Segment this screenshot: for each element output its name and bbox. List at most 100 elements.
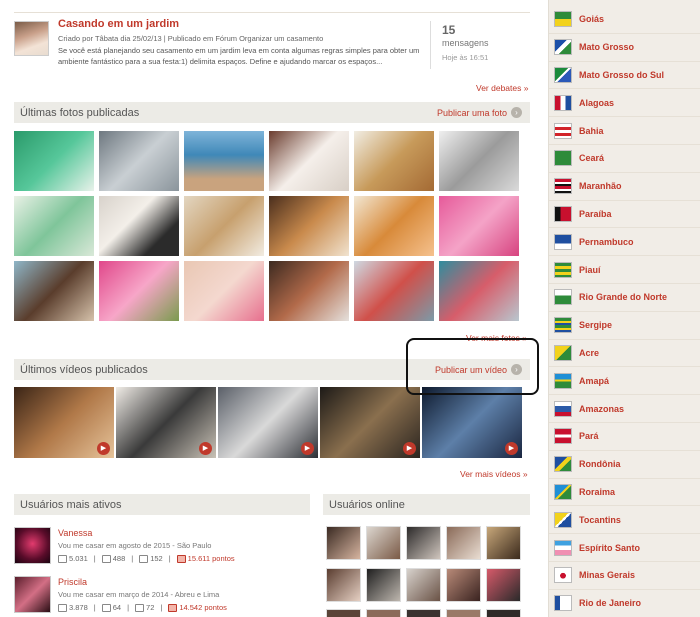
photo-thumbnail[interactable] bbox=[268, 195, 350, 257]
posts-count: 3.878 bbox=[69, 603, 88, 612]
state-link-21[interactable]: Rio de Janeiro bbox=[549, 590, 700, 617]
photo-thumbnail[interactable] bbox=[183, 195, 265, 257]
state-name: Rio de Janeiro bbox=[579, 598, 642, 609]
photo-thumbnail[interactable] bbox=[98, 195, 180, 257]
state-link-11[interactable]: Sergipe bbox=[549, 312, 700, 340]
flag-espirito-santo-icon bbox=[554, 539, 572, 556]
state-name: Goiás bbox=[579, 14, 605, 25]
state-link-1[interactable]: Mato Grosso bbox=[549, 34, 700, 62]
online-user-avatar[interactable] bbox=[366, 609, 401, 617]
state-link-6[interactable]: Maranhão bbox=[549, 173, 700, 201]
online-user-avatar[interactable] bbox=[366, 526, 401, 560]
photos-stat: 64 bbox=[101, 603, 122, 612]
publish-photo-label: Publicar uma foto bbox=[436, 107, 507, 118]
debate-author-avatar[interactable] bbox=[14, 21, 49, 56]
video-thumbnail[interactable]: ▶ bbox=[14, 387, 114, 458]
online-user-avatar[interactable] bbox=[446, 526, 481, 560]
posts-stat: 5.031 bbox=[58, 554, 88, 563]
video-thumbnail[interactable]: ▶ bbox=[116, 387, 216, 458]
online-user-avatar[interactable] bbox=[406, 609, 441, 617]
online-user-avatar[interactable] bbox=[406, 568, 441, 602]
video-thumbnail[interactable]: ▶ bbox=[218, 387, 318, 458]
online-user-avatar[interactable] bbox=[326, 568, 361, 602]
flag-roraima-icon bbox=[554, 483, 572, 500]
state-link-14[interactable]: Amazonas bbox=[549, 395, 700, 423]
user-avatar[interactable] bbox=[14, 576, 51, 613]
flag-mato-grosso-do-sul-icon bbox=[554, 66, 572, 83]
online-users-header: Usuários online bbox=[323, 494, 530, 515]
state-link-8[interactable]: Pernambuco bbox=[549, 228, 700, 257]
photo-thumbnail[interactable] bbox=[353, 260, 435, 322]
photo-thumbnail[interactable] bbox=[13, 260, 95, 322]
online-user-avatar[interactable] bbox=[366, 568, 401, 602]
flag-piaui-icon bbox=[554, 261, 572, 278]
see-more-photos-link[interactable]: Ver mais fotos » bbox=[466, 333, 527, 343]
photo-thumbnail[interactable] bbox=[98, 130, 180, 192]
publish-video-button[interactable]: Publicar um vídeo › bbox=[435, 364, 522, 375]
friends-count: 152 bbox=[150, 554, 163, 563]
online-user-avatar[interactable] bbox=[446, 568, 481, 602]
online-user-avatar[interactable] bbox=[486, 609, 521, 617]
online-user-avatar[interactable] bbox=[486, 568, 521, 602]
state-link-2[interactable]: Mato Grosso do Sul bbox=[549, 62, 700, 90]
state-link-15[interactable]: Pará bbox=[549, 423, 700, 451]
state-link-17[interactable]: Roraima bbox=[549, 479, 700, 507]
state-link-0[interactable]: Goiás bbox=[549, 6, 700, 34]
user-avatar[interactable] bbox=[14, 527, 51, 564]
state-link-3[interactable]: Alagoas bbox=[549, 89, 700, 118]
publish-photo-button[interactable]: Publicar uma foto › bbox=[437, 107, 522, 118]
video-thumbnail[interactable]: ▶ bbox=[320, 387, 420, 458]
friends-stat: 152 bbox=[139, 554, 163, 563]
online-user-avatar[interactable] bbox=[486, 526, 521, 560]
photos-section-header: Últimas fotos publicadas Publicar uma fo… bbox=[14, 102, 530, 123]
play-icon: ▶ bbox=[505, 442, 518, 455]
photo-thumbnail[interactable] bbox=[268, 260, 350, 322]
main-content: Casando em um jardim Criado por Tâbata d… bbox=[0, 0, 548, 617]
photo-thumbnail[interactable] bbox=[438, 195, 520, 257]
state-link-19[interactable]: Espírito Santo bbox=[549, 534, 700, 562]
flag-para-icon bbox=[554, 428, 572, 445]
online-user-avatar[interactable] bbox=[446, 609, 481, 617]
state-link-13[interactable]: Amapá bbox=[549, 367, 700, 396]
online-user-avatar[interactable] bbox=[326, 609, 361, 617]
photo-thumbnail[interactable] bbox=[13, 195, 95, 257]
stat-separator: | bbox=[160, 603, 163, 612]
photo-thumbnail[interactable] bbox=[183, 130, 265, 192]
user-name-link[interactable]: Priscila bbox=[58, 577, 87, 587]
pencil-icon bbox=[58, 554, 67, 563]
photo-thumbnail[interactable] bbox=[438, 260, 520, 322]
photo-thumbnail[interactable] bbox=[98, 260, 180, 322]
photo-thumbnail[interactable] bbox=[13, 130, 95, 192]
state-link-20[interactable]: Minas Gerais bbox=[549, 562, 700, 590]
state-link-16[interactable]: Rondônia bbox=[549, 451, 700, 479]
photo-thumbnail[interactable] bbox=[438, 130, 520, 192]
flag-sergipe-icon bbox=[554, 317, 572, 334]
state-link-10[interactable]: Rio Grande do Norte bbox=[549, 284, 700, 312]
photo-thumbnail[interactable] bbox=[268, 130, 350, 192]
tag-icon bbox=[168, 603, 178, 612]
state-link-12[interactable]: Acre bbox=[549, 340, 700, 368]
debate-message-count: 15 bbox=[442, 23, 456, 37]
online-user-avatar[interactable] bbox=[326, 526, 361, 560]
flag-ceara-icon bbox=[554, 150, 572, 167]
online-user-avatar[interactable] bbox=[406, 526, 441, 560]
camera-icon bbox=[101, 554, 111, 563]
see-more-videos-link[interactable]: Ver mais vídeos » bbox=[460, 469, 528, 479]
state-link-4[interactable]: Bahia bbox=[549, 117, 700, 145]
user-description: Vou me casar em março de 2014 - Abreu e … bbox=[58, 590, 220, 599]
photos-count: 64 bbox=[112, 603, 122, 612]
state-link-18[interactable]: Tocantins bbox=[549, 506, 700, 535]
video-thumbnail[interactable]: ▶ bbox=[422, 387, 522, 458]
user-name-link[interactable]: Vanessa bbox=[58, 528, 92, 538]
state-link-7[interactable]: Paraíba bbox=[549, 201, 700, 229]
debate-title-link[interactable]: Casando em um jardim bbox=[58, 18, 179, 30]
stat-separator: | bbox=[93, 554, 96, 563]
state-name: Alagoas bbox=[579, 97, 615, 108]
flag-amazonas-icon bbox=[554, 400, 572, 417]
photo-thumbnail[interactable] bbox=[353, 130, 435, 192]
photo-thumbnail[interactable] bbox=[183, 260, 265, 322]
see-debates-link[interactable]: Ver debates » bbox=[476, 83, 528, 93]
state-link-9[interactable]: Piauí bbox=[549, 256, 700, 284]
state-link-5[interactable]: Ceará bbox=[549, 145, 700, 173]
photo-thumbnail[interactable] bbox=[353, 195, 435, 257]
